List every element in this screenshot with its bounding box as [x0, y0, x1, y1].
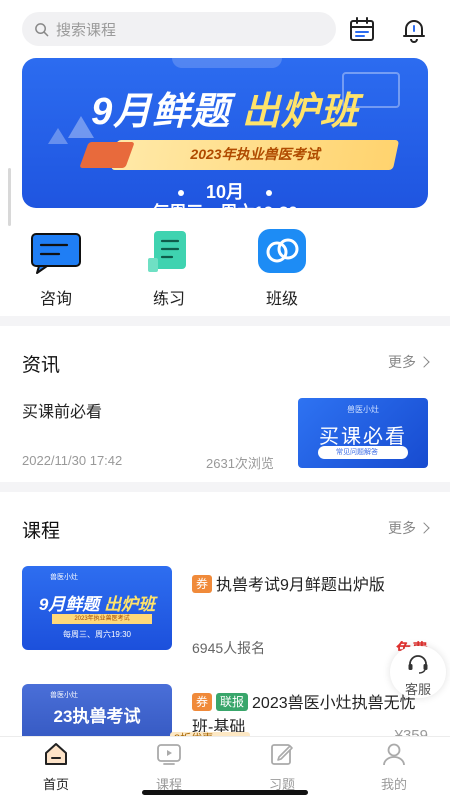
- course-enrolled: 6945人报名: [192, 640, 266, 656]
- news-item-date: 2022/11/30 17:42: [22, 453, 123, 468]
- tab-courses[interactable]: 课程: [134, 741, 204, 793]
- tab-label: 我的: [380, 777, 407, 792]
- edit-icon: [271, 744, 293, 765]
- chevron-right-icon: [418, 356, 430, 368]
- course-thumbnail: 兽医小灶 9月鲜题 出炉班 2023年执业兽医考试 每周三、周六19:30: [22, 566, 172, 650]
- search-bar[interactable]: 搜索课程: [22, 12, 336, 46]
- news-more-link[interactable]: 更多: [388, 352, 430, 372]
- headset-icon: [408, 655, 428, 674]
- class-icon: [258, 229, 306, 273]
- coupon-tag: 券: [192, 693, 213, 711]
- thumb-schedule: 每周三、周六19:30: [62, 630, 132, 639]
- thumb-pill: 常见问题解答: [318, 446, 408, 459]
- search-icon: [35, 22, 49, 36]
- calendar-icon[interactable]: [348, 16, 376, 44]
- section-divider: [0, 482, 450, 492]
- bundle-tag: 联报: [216, 693, 249, 711]
- section-divider: [0, 316, 450, 326]
- course-title: 券执兽考试9月鲜题出炉版: [192, 574, 428, 598]
- quick-item-label: 咨询: [39, 291, 72, 308]
- brand-logo-strip: [172, 58, 282, 68]
- tab-profile[interactable]: 我的: [359, 741, 429, 793]
- banner-subtitle: 2023年执业兽医考试: [190, 146, 320, 162]
- search-placeholder: 搜索课程: [56, 21, 117, 39]
- news-item-views: 2631次浏览: [206, 456, 274, 471]
- exercise-icon: [148, 231, 186, 272]
- quick-entries: 咨询 练习 班级: [0, 228, 450, 308]
- user-icon: [383, 743, 405, 766]
- thumb-title: 9月鲜题 出炉班: [38, 595, 156, 614]
- tab-exercises[interactable]: 习题: [247, 741, 317, 793]
- course-section-title: 课程: [22, 521, 61, 542]
- course-more-link[interactable]: 更多: [388, 518, 430, 538]
- coupon-tag: 券: [192, 575, 213, 593]
- top-bar: 搜索课程: [0, 0, 450, 58]
- thumb-title: 买课必看: [319, 426, 407, 448]
- tab-home[interactable]: 首页: [21, 741, 91, 793]
- banner-title: 9月鲜题 出炉班: [91, 91, 359, 133]
- news-section-title: 资讯: [22, 355, 61, 376]
- news-item-thumbnail[interactable]: 兽医小灶 买课必看 常见问题解答: [298, 398, 428, 468]
- course-card[interactable]: 兽医小灶 9月鲜题 出炉班 2023年执业兽医考试 每周三、周六19:30 券执…: [22, 566, 428, 659]
- chat-icon: [31, 233, 81, 274]
- thumb-subtitle: 2023年执业兽医考试: [52, 614, 152, 624]
- quick-item-consult[interactable]: 咨询: [21, 228, 91, 309]
- customer-service-button[interactable]: 客服: [390, 646, 446, 698]
- customer-service-label: 客服: [404, 682, 431, 697]
- quick-item-label: 练习: [152, 291, 185, 308]
- bell-icon[interactable]: [400, 16, 428, 44]
- thumb-brand: 兽医小灶: [50, 574, 78, 581]
- promo-banner[interactable]: 9月鲜题 出炉班 2023年执业兽医考试 10月 每周三、周六19:30: [22, 58, 428, 208]
- course-play-icon: [157, 744, 181, 765]
- thumb-brand: 兽医小灶: [50, 692, 78, 699]
- home-indicator: [142, 790, 308, 795]
- home-icon: [45, 743, 67, 765]
- news-item-title[interactable]: 买课前必看: [22, 398, 102, 422]
- quick-item-label: 班级: [265, 291, 298, 308]
- thumb-title: 23执兽考试: [53, 707, 141, 726]
- thumb-brand: 兽医小灶: [347, 405, 379, 414]
- scroll-indicator: [8, 168, 11, 226]
- banner-schedule: 每周三、周六19:30: [22, 198, 428, 208]
- chevron-right-icon: [418, 522, 430, 534]
- quick-item-exercise[interactable]: 练习: [134, 228, 204, 309]
- quick-item-class[interactable]: 班级: [247, 228, 317, 309]
- tab-label: 首页: [42, 777, 69, 792]
